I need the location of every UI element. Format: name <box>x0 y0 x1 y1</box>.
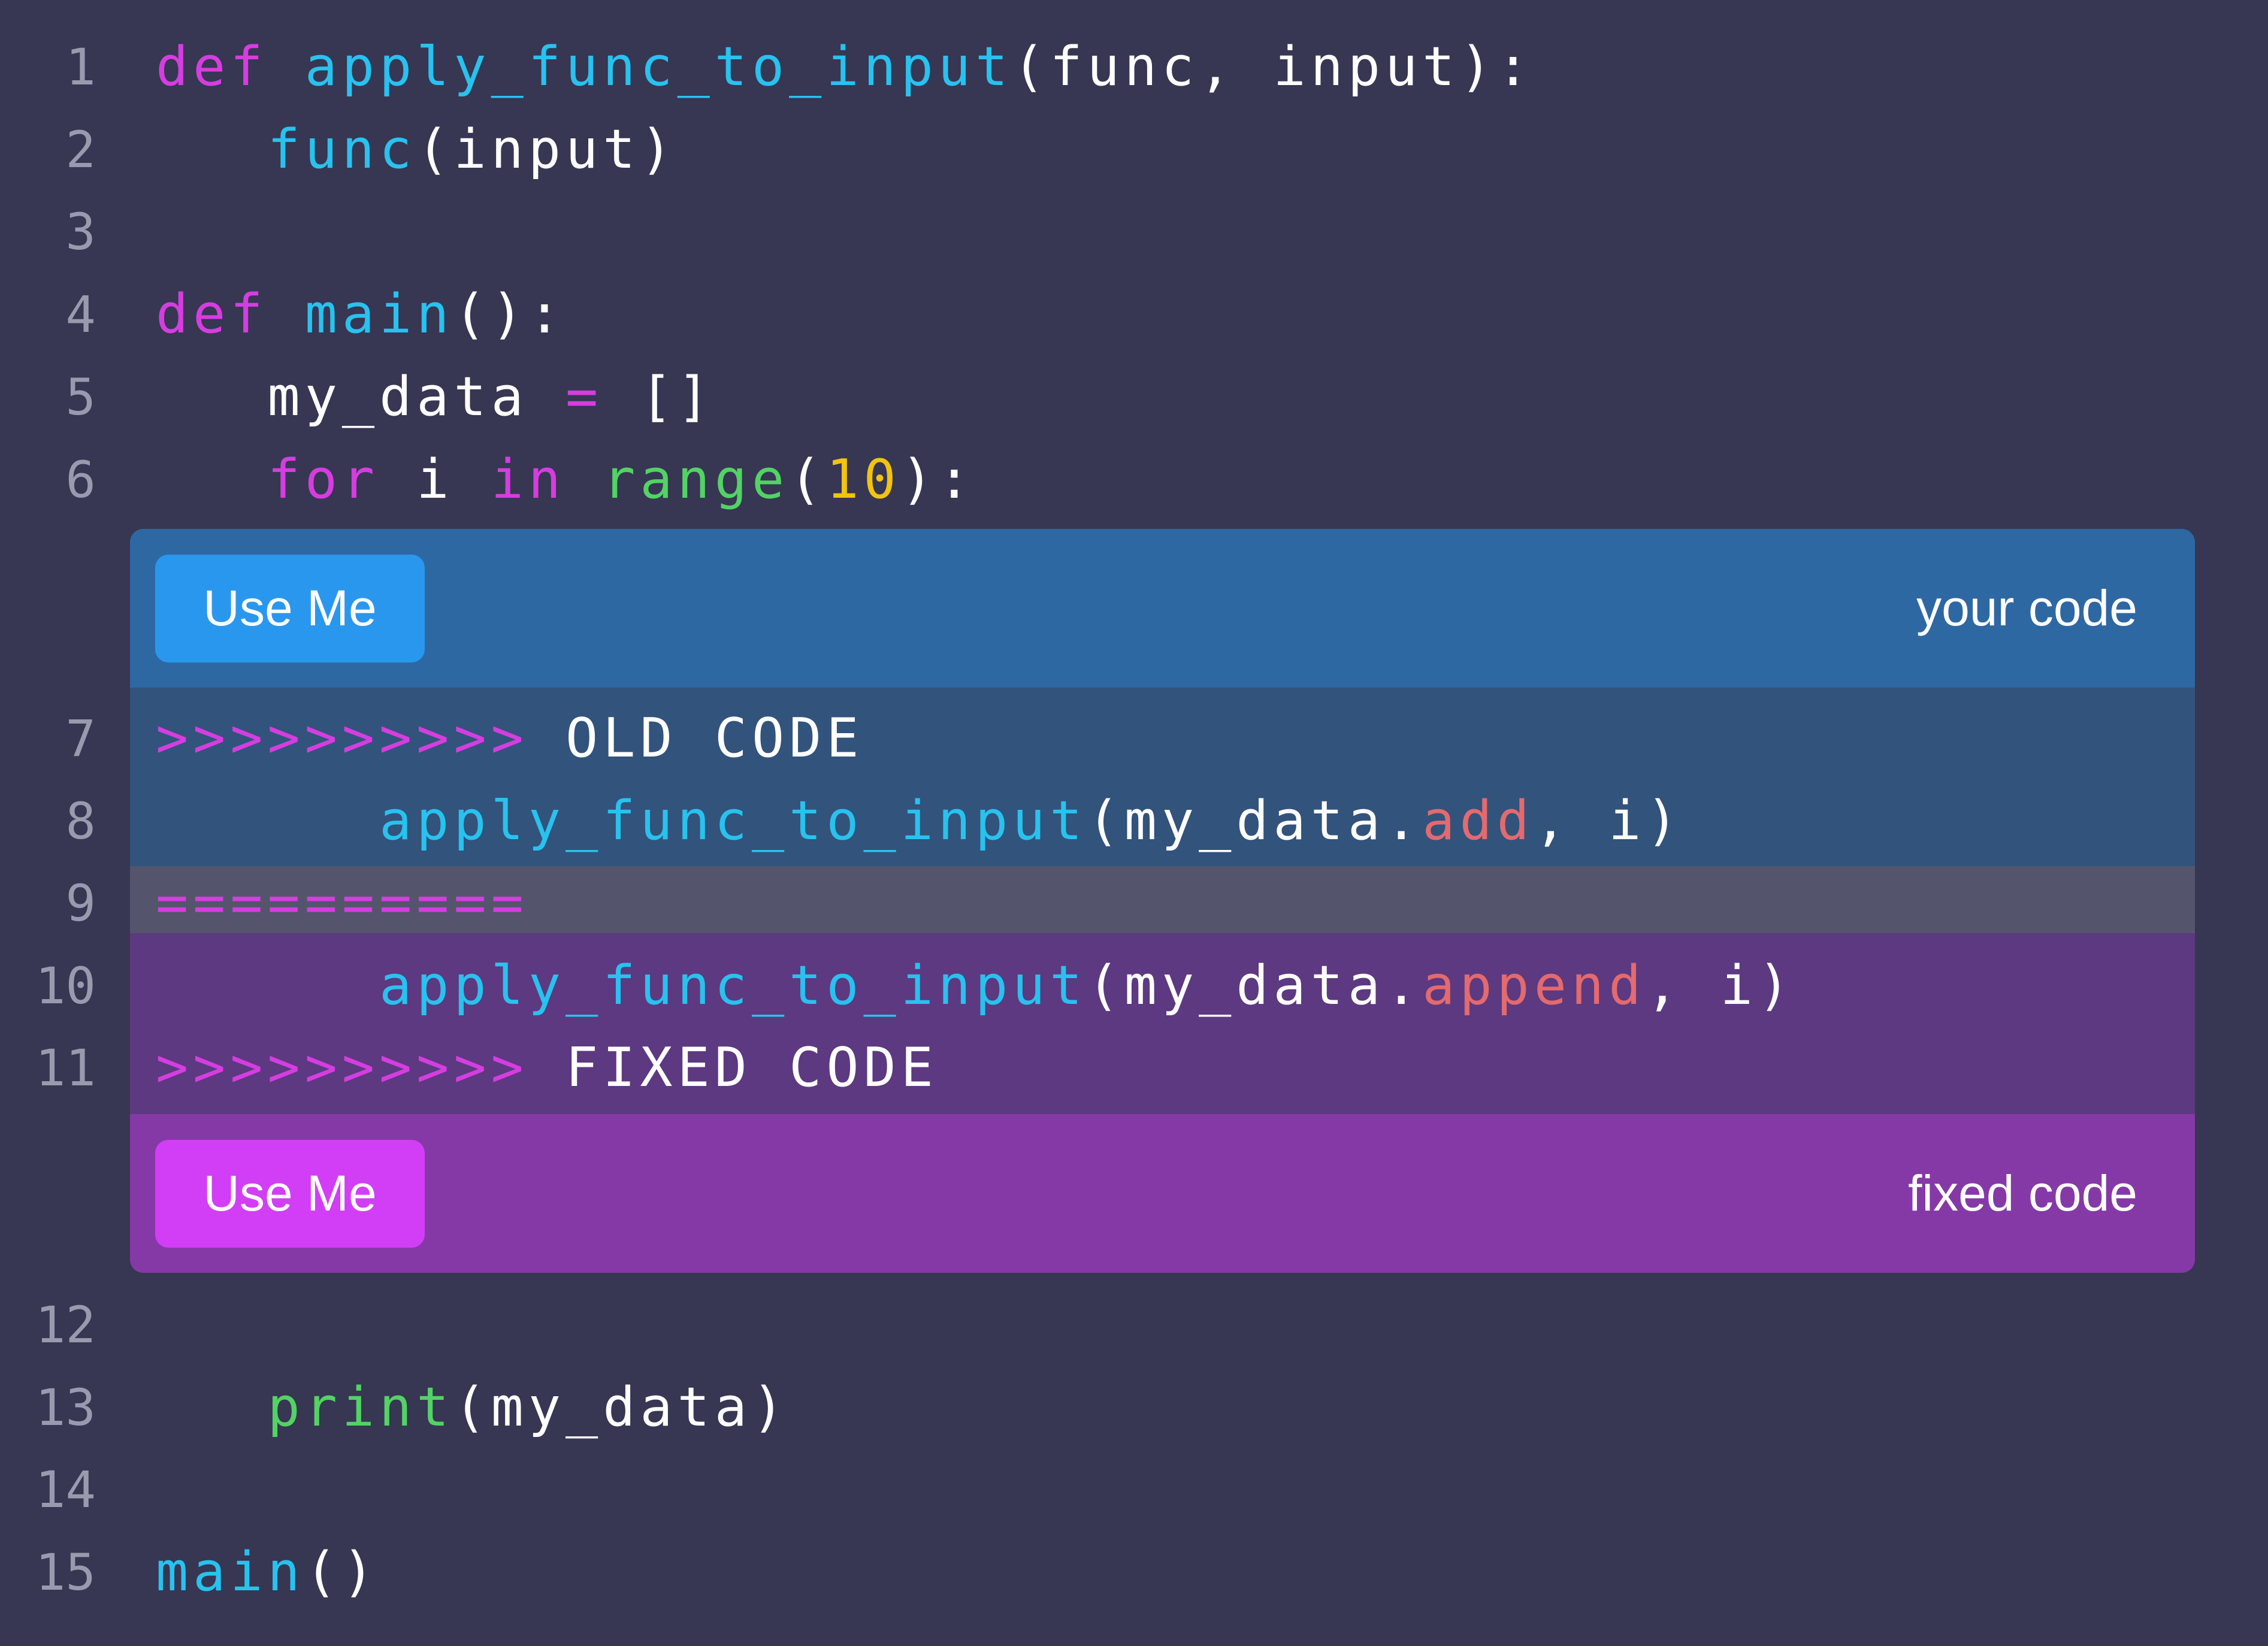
code-line: 9 ========== <box>0 862 2268 945</box>
code-token: ========== <box>156 872 528 934</box>
line-number: 10 <box>35 957 96 1015</box>
line-number: 2 <box>65 120 96 179</box>
code-token: , i) <box>1534 789 1683 852</box>
code-line: 3 <box>0 190 2268 273</box>
line-number: 8 <box>65 792 96 851</box>
code-line: 4 def main(): <box>0 273 2268 356</box>
code-line: 10 apply_func_to_input(my_data.append, i… <box>0 945 2268 1027</box>
code-token: i <box>379 448 491 511</box>
code-token: >>>>>>>>>> <box>156 707 528 770</box>
code-token: add <box>1422 789 1534 852</box>
code-token: (): <box>453 283 566 346</box>
code-line: 11 >>>>>>>>>> FIXED CODE <box>0 1027 2268 1109</box>
code-text[interactable]: main() <box>156 1531 379 1614</box>
code-token: append <box>1422 954 1646 1017</box>
line-number: 9 <box>65 874 96 933</box>
code-token: def <box>156 283 268 346</box>
code-text[interactable]: ========== <box>156 862 528 945</box>
code-text[interactable]: my_data = [] <box>156 356 715 438</box>
code-text[interactable]: for i in range(10): <box>156 438 975 521</box>
code-token: range <box>603 448 790 511</box>
code-token: [] <box>603 365 715 428</box>
code-token: main <box>156 1541 305 1603</box>
code-token: apply_func_to_input <box>379 954 1087 1017</box>
line-number: 11 <box>35 1039 96 1097</box>
code-line: 7 >>>>>>>>>> OLD CODE <box>0 697 2268 780</box>
code-line: 5 my_data = [] <box>0 356 2268 438</box>
code-editor: Use Me your code Use Me fixed code 1 def … <box>0 0 2268 1646</box>
line-number: 6 <box>65 450 96 509</box>
code-line: 12 <box>0 1284 2268 1366</box>
fixed-change-header: Use Me fixed code <box>130 1114 2195 1273</box>
line-number: 4 <box>65 285 96 344</box>
code-line: 14 <box>0 1448 2268 1531</box>
code-text[interactable]: >>>>>>>>>> FIXED CODE <box>156 1027 938 1109</box>
code-token: ( <box>789 448 827 511</box>
code-token: (my_data. <box>1087 954 1423 1017</box>
code-token: print <box>267 1376 454 1439</box>
code-text[interactable]: apply_func_to_input(my_data.add, i) <box>156 780 1683 863</box>
line-number: 14 <box>35 1460 96 1519</box>
code-token: def <box>156 35 268 98</box>
use-current-button[interactable]: Use Me <box>155 554 425 662</box>
line-number: 12 <box>35 1296 96 1354</box>
code-token: , i) <box>1646 954 1795 1017</box>
code-token: FIXED CODE <box>528 1036 938 1099</box>
code-text[interactable]: def main(): <box>156 273 566 356</box>
code-token: (my_data. <box>1087 789 1423 852</box>
code-text[interactable]: func(input) <box>156 108 678 191</box>
code-token: my_data <box>156 365 566 428</box>
code-token: for <box>267 448 380 511</box>
code-token: >>>>>>>>>> <box>156 1036 528 1099</box>
line-number: 7 <box>65 709 96 768</box>
line-number: 15 <box>35 1543 96 1602</box>
code-token: (my_data) <box>453 1376 790 1439</box>
code-token: apply_func_to_input <box>304 35 1013 98</box>
code-token: main <box>304 283 454 346</box>
fixed-change-label: fixed code <box>1908 1165 2137 1221</box>
code-token: (input) <box>416 118 678 181</box>
code-token: ): <box>900 448 976 511</box>
code-token: func <box>267 118 417 181</box>
line-number: 1 <box>65 38 96 96</box>
code-token: 10 <box>826 448 901 511</box>
code-token: () <box>304 1541 380 1603</box>
code-line: 6 for i in range(10): <box>0 438 2268 521</box>
code-line: 1 def apply_func_to_input(func, input): <box>0 26 2268 108</box>
code-line: 2 func(input) <box>0 108 2268 191</box>
code-token: OLD CODE <box>528 707 864 770</box>
code-line: 13 print(my_data) <box>0 1366 2268 1449</box>
code-token: (func, input): <box>1012 35 1534 98</box>
line-number: 5 <box>65 368 96 426</box>
code-text[interactable]: print(my_data) <box>156 1366 789 1449</box>
code-token: in <box>491 448 566 511</box>
code-text[interactable]: >>>>>>>>>> OLD CODE <box>156 697 864 780</box>
code-token: = <box>566 365 603 428</box>
code-text[interactable]: def apply_func_to_input(func, input): <box>156 26 1534 108</box>
current-change-header: Use Me your code <box>130 529 2195 688</box>
line-number: 3 <box>65 202 96 261</box>
code-line: 15 main() <box>0 1531 2268 1614</box>
use-fixed-button[interactable]: Use Me <box>155 1139 425 1248</box>
code-token: apply_func_to_input <box>379 789 1087 852</box>
code-text[interactable]: apply_func_to_input(my_data.append, i) <box>156 945 1795 1027</box>
current-change-label: your code <box>1916 580 2137 636</box>
line-number: 13 <box>35 1378 96 1437</box>
code-line: 8 apply_func_to_input(my_data.add, i) <box>0 780 2268 863</box>
